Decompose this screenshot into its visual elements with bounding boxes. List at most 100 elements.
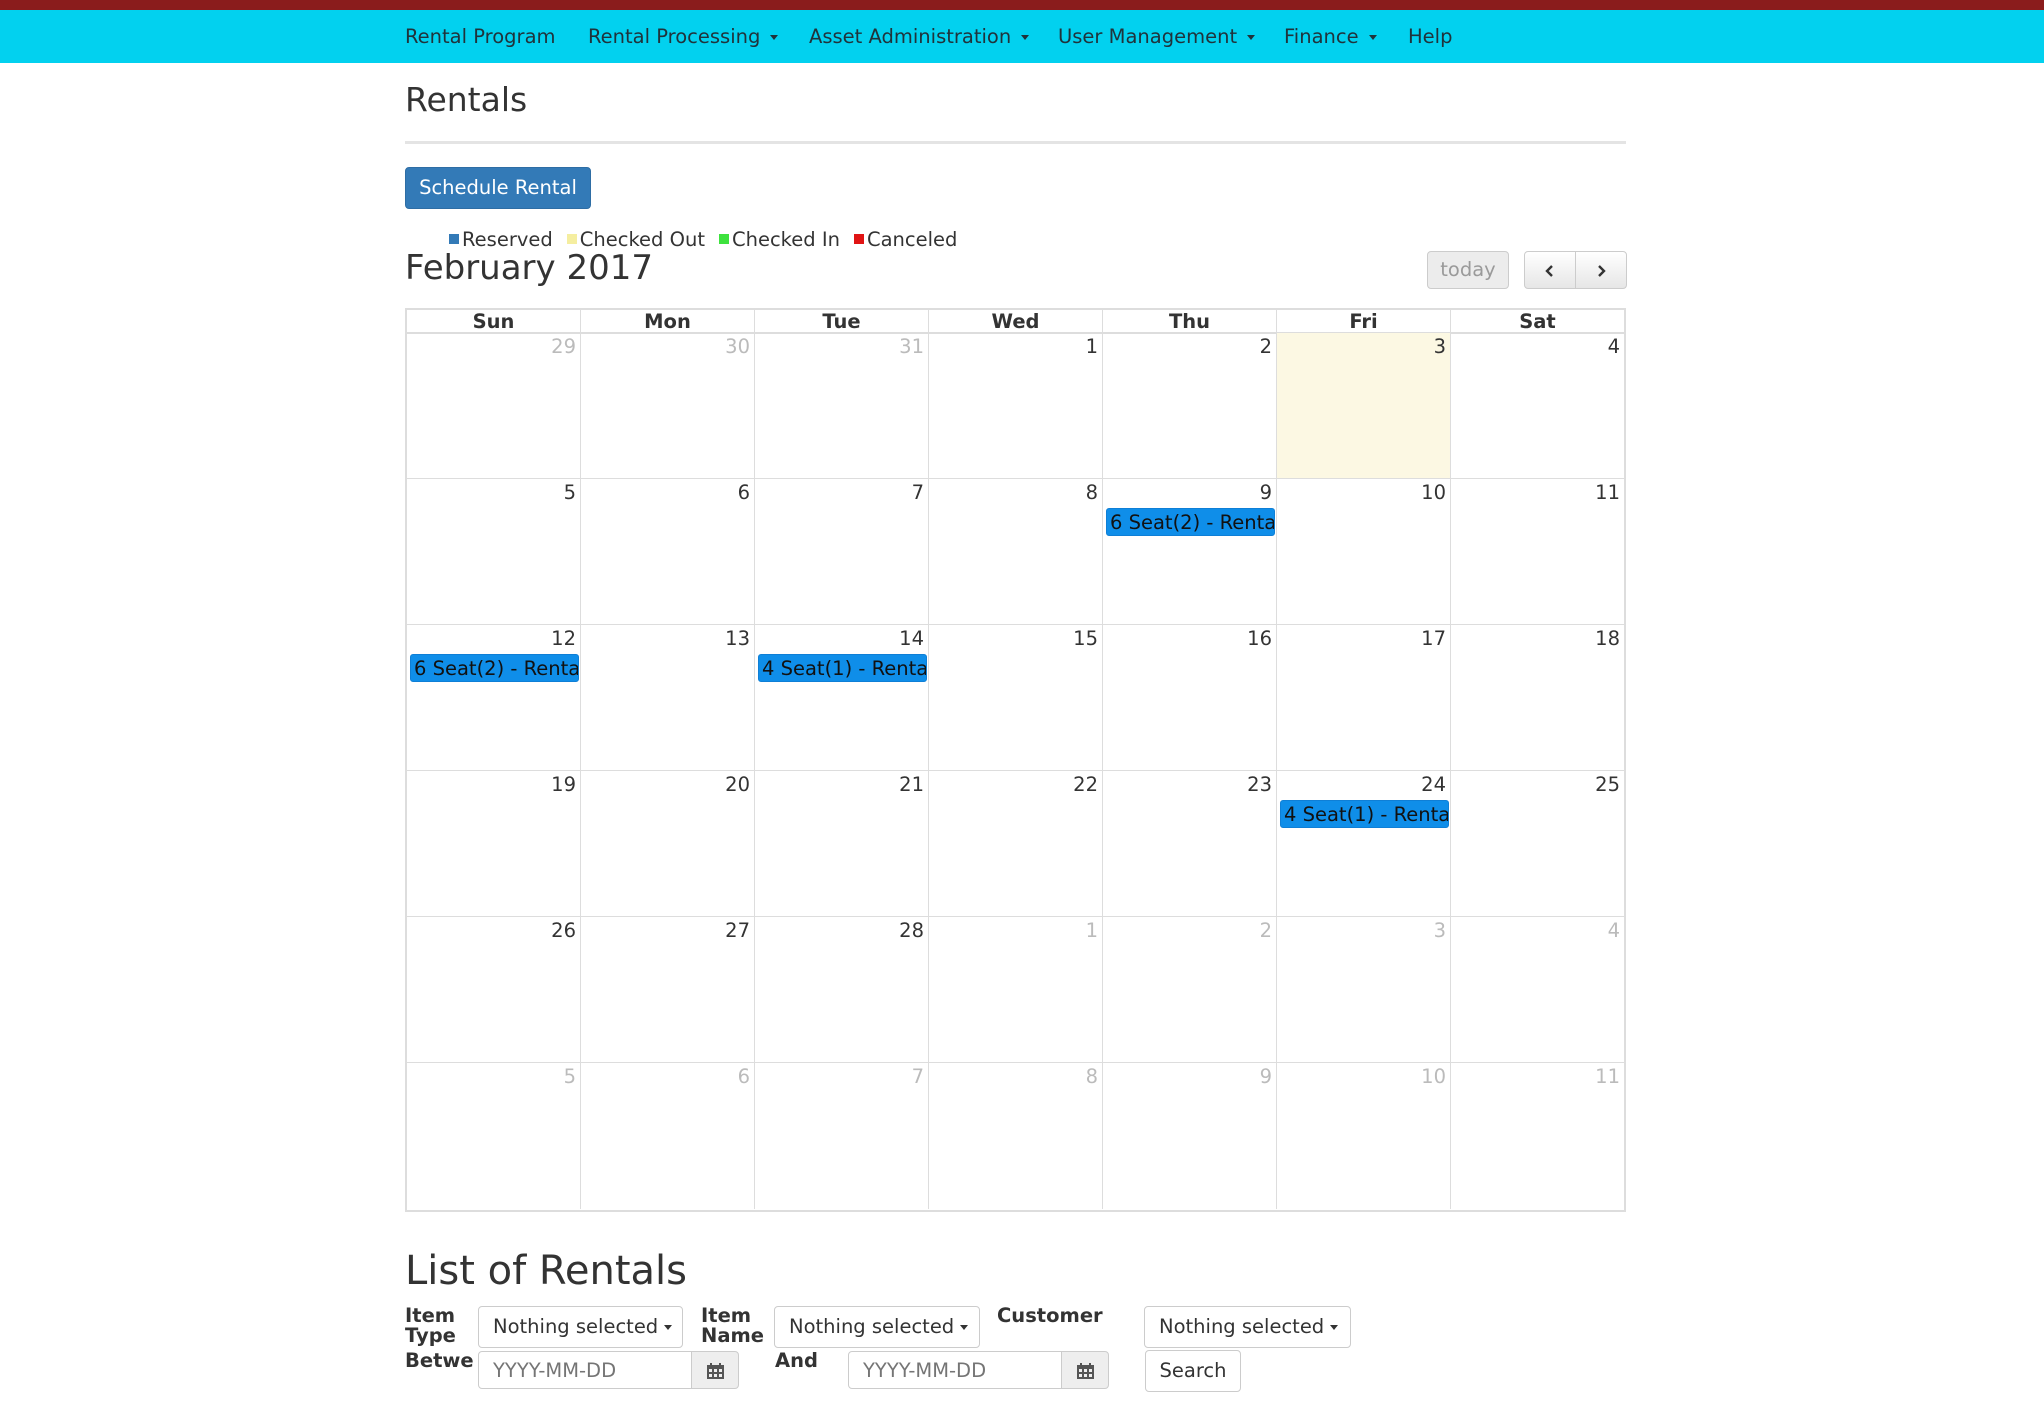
calendar-day-cell[interactable]: 27: [581, 917, 755, 1063]
calendar-day-cell[interactable]: 15: [929, 625, 1103, 771]
calendar-day-cell[interactable]: 23: [1103, 771, 1277, 917]
calendar-day-cell[interactable]: 9 6 Seat(2) - Rental: [1103, 479, 1277, 625]
calendar-day-cell[interactable]: 2: [1103, 917, 1277, 1063]
end-date-calendar-button[interactable]: [1061, 1351, 1109, 1389]
schedule-rental-button[interactable]: Schedule Rental: [405, 167, 591, 209]
day-number: 11: [1595, 481, 1620, 504]
day-number: 5: [563, 1065, 576, 1088]
reserved-swatch: [449, 234, 459, 244]
nav-asset-administration-label: Asset Administration: [809, 25, 1012, 48]
item-name-select[interactable]: Nothing selected: [774, 1306, 980, 1348]
calendar-day-cell[interactable]: 30: [581, 333, 755, 479]
end-date-input[interactable]: [848, 1351, 1062, 1389]
caret-down-icon: [1330, 1325, 1339, 1330]
calendar-day-cell[interactable]: 29: [407, 333, 581, 479]
nav-help[interactable]: Help: [1408, 10, 1452, 63]
day-number: 22: [1073, 773, 1098, 796]
start-date-calendar-button[interactable]: [691, 1351, 739, 1389]
calendar-day-cell[interactable]: 3: [1277, 333, 1451, 479]
day-number: 12: [551, 627, 576, 650]
caret-down-icon: [1247, 35, 1256, 40]
calendar-day-cell[interactable]: 12 6 Seat(2) - Rental: [407, 625, 581, 771]
calendar-day-cell[interactable]: 11: [1451, 479, 1624, 625]
calendar-day-cell[interactable]: 22: [929, 771, 1103, 917]
item-type-label: Item Type: [405, 1306, 456, 1346]
customer-select-value: Nothing selected: [1159, 1315, 1325, 1338]
nav-rental-processing[interactable]: Rental Processing: [588, 10, 779, 63]
calendar-day-cell[interactable]: 5: [407, 1063, 581, 1209]
calendar-day-cell[interactable]: 14 4 Seat(1) - Rental: [755, 625, 929, 771]
day-number: 3: [1433, 919, 1446, 942]
today-button[interactable]: today: [1427, 251, 1509, 289]
calendar-day-cell[interactable]: 31: [755, 333, 929, 479]
day-number: 1: [1085, 335, 1098, 358]
calendar-day-cell[interactable]: 18: [1451, 625, 1624, 771]
nav-finance-label: Finance: [1284, 25, 1359, 48]
calendar-day-cell[interactable]: 6: [581, 1063, 755, 1209]
start-date-input[interactable]: [478, 1351, 692, 1389]
calendar-day-cell[interactable]: 1: [929, 333, 1103, 479]
calendar-day-cell[interactable]: 5: [407, 479, 581, 625]
calendar-day-cell[interactable]: 20: [581, 771, 755, 917]
calendar-day-cell[interactable]: 19: [407, 771, 581, 917]
legend-canceled: Canceled: [853, 227, 958, 251]
calendar-day-cell[interactable]: 7: [755, 1063, 929, 1209]
calendar-day-cell[interactable]: 28: [755, 917, 929, 1063]
day-header-sat: Sat: [1519, 310, 1556, 333]
calendar-day-cell[interactable]: 10: [1277, 479, 1451, 625]
day-number: 3: [1433, 335, 1446, 358]
day-number: 4: [1607, 919, 1620, 942]
item-type-select-value: Nothing selected: [493, 1315, 659, 1338]
nav-finance[interactable]: Finance: [1284, 10, 1377, 63]
rental-event[interactable]: 6 Seat(2) - Rental: [1106, 508, 1275, 536]
calendar-day-cell[interactable]: 21: [755, 771, 929, 917]
calendar-day-cell[interactable]: 4: [1451, 333, 1624, 479]
caret-down-icon: [1021, 35, 1030, 40]
calendar-day-cell[interactable]: 26: [407, 917, 581, 1063]
chevron-right-icon: [1598, 265, 1606, 277]
next-month-button[interactable]: [1575, 251, 1627, 289]
calendar-day-cell[interactable]: 8: [929, 479, 1103, 625]
calendar-day-cell[interactable]: 13: [581, 625, 755, 771]
top-navbar: Rental Program Rental Processing Asset A…: [0, 10, 2044, 63]
calendar-day-cell[interactable]: 3: [1277, 917, 1451, 1063]
calendar-day-cell[interactable]: 25: [1451, 771, 1624, 917]
prev-month-button[interactable]: [1524, 251, 1576, 289]
day-number: 23: [1247, 773, 1272, 796]
item-type-select[interactable]: Nothing selected: [478, 1306, 683, 1348]
calendar-day-cell[interactable]: 16: [1103, 625, 1277, 771]
day-number: 7: [911, 1065, 924, 1088]
calendar-day-cell[interactable]: 24 4 Seat(1) - Rental: [1277, 771, 1451, 917]
calendar-day-cell[interactable]: 17: [1277, 625, 1451, 771]
checked-out-swatch: [566, 234, 577, 244]
day-number: 28: [899, 919, 924, 942]
list-of-rentals-title: List of Rentals: [405, 1248, 688, 1294]
calendar-day-cell[interactable]: 8: [929, 1063, 1103, 1209]
chevron-left-icon: [1545, 265, 1553, 277]
calendar-day-cell[interactable]: 6: [581, 479, 755, 625]
nav-rental-program[interactable]: Rental Program: [405, 10, 556, 63]
canceled-swatch: [853, 234, 864, 244]
calendar-day-cell[interactable]: 2: [1103, 333, 1277, 479]
item-name-select-value: Nothing selected: [789, 1315, 955, 1338]
calendar-day-cell[interactable]: 11: [1451, 1063, 1624, 1209]
calendar-day-cell[interactable]: 1: [929, 917, 1103, 1063]
rental-event[interactable]: 4 Seat(1) - Rental: [758, 654, 927, 682]
calendar-day-cell[interactable]: 9: [1103, 1063, 1277, 1209]
customer-select[interactable]: Nothing selected: [1144, 1306, 1351, 1348]
calendar-day-cell[interactable]: 7: [755, 479, 929, 625]
legend-canceled-label: Canceled: [866, 227, 958, 251]
top-accent-strip: [0, 0, 2044, 10]
nav-asset-administration[interactable]: Asset Administration: [809, 10, 1030, 63]
nav-user-management[interactable]: User Management: [1058, 10, 1256, 63]
calendar-day-cell[interactable]: 10: [1277, 1063, 1451, 1209]
item-name-label: Item Name: [701, 1306, 764, 1346]
day-number: 2: [1259, 919, 1272, 942]
rental-event[interactable]: 4 Seat(1) - Rental: [1280, 800, 1449, 828]
customer-label: Customer: [997, 1304, 1103, 1327]
calendar-day-cell[interactable]: 4: [1451, 917, 1624, 1063]
rental-event[interactable]: 6 Seat(2) - Rental: [410, 654, 579, 682]
search-button[interactable]: Search: [1145, 1350, 1241, 1392]
day-number: 14: [899, 627, 924, 650]
day-number: 19: [551, 773, 576, 796]
